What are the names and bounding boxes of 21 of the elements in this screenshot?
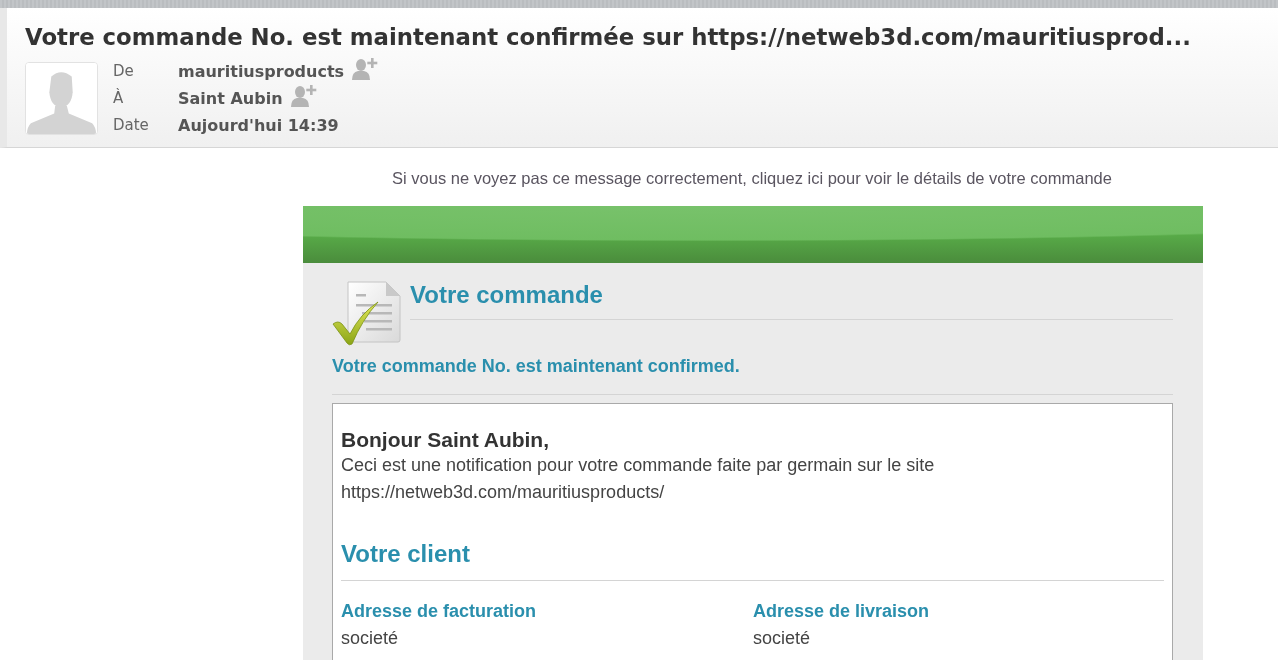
field-value: mauritiusproducts <box>178 61 345 83</box>
person-plus-icon[interactable] <box>352 57 379 80</box>
confirmation-message: Votre commande No. est maintenant confirmed. <box>332 356 741 376</box>
greeting-text: Bonjour Saint Aubin, <box>341 428 551 452</box>
field-label: De <box>113 61 135 82</box>
site-address: https://netweb3d.com/mauritiusproducts/ <box>341 481 666 504</box>
field-label: Date <box>113 115 150 136</box>
client-heading: Votre client <box>341 539 471 569</box>
person-plus-icon[interactable] <box>290 84 317 107</box>
view-online-notice: Si vous ne voyez pas ce message correctement, cliquez ici pour voir le détails de votre commande <box>391 168 1113 188</box>
order-heading: Votre commande <box>410 281 604 309</box>
field-value: Aujourd'hui 14:39 <box>178 115 339 137</box>
address-heading: Adresse de livraison <box>753 600 931 623</box>
address-line: societé <box>753 627 812 650</box>
address-line: societé <box>341 627 400 650</box>
message-subject: Votre commande No. est maintenant confirmée sur https://netweb3d.com/mauritiusprod... <box>25 23 1192 52</box>
field-label: À <box>113 87 125 109</box>
field-value: Saint Aubin <box>178 88 283 110</box>
address-heading: Adresse de facturation <box>341 600 538 623</box>
notification-text: Ceci est une notification pour votre commande faite par germain sur le site <box>341 454 936 477</box>
document-check-icon <box>332 280 402 346</box>
